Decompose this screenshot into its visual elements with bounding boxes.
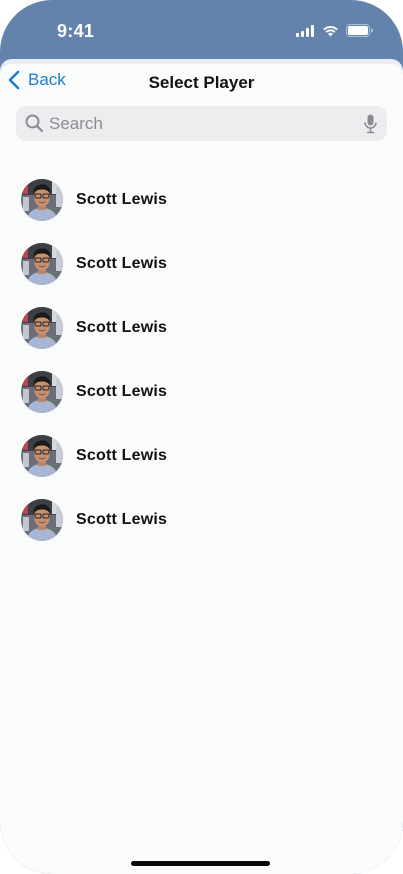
search-icon: [25, 114, 44, 138]
player-row[interactable]: Scott Lewis: [0, 296, 403, 360]
player-avatar: [21, 499, 63, 541]
player-list: Scott Lewis Scott Lewis Scott Lewis Scot…: [0, 168, 403, 552]
player-name: Scott Lewis: [76, 319, 168, 336]
page-title: Select Player: [148, 73, 255, 92]
status-icons: [296, 24, 373, 42]
status-time: 9:41: [57, 21, 95, 41]
player-row[interactable]: Scott Lewis: [0, 488, 403, 552]
player-row[interactable]: Scott Lewis: [0, 424, 403, 488]
cellular-signal-icon: [296, 24, 315, 42]
player-row[interactable]: Scott Lewis: [0, 168, 403, 232]
phone-screen: 9:41 Back Select Player Search Scott Lew…: [0, 0, 403, 874]
search-input[interactable]: [49, 106, 359, 141]
battery-icon: [346, 24, 373, 42]
player-avatar: [21, 307, 63, 349]
wifi-icon: [322, 24, 339, 42]
select-player-sheet: Back Select Player Search Scott Lewis Sc…: [0, 64, 403, 874]
player-avatar: [21, 435, 63, 477]
microphone-icon[interactable]: [364, 114, 377, 139]
search-bar[interactable]: [16, 106, 387, 141]
player-avatar: [21, 179, 63, 221]
player-row[interactable]: Scott Lewis: [0, 360, 403, 424]
player-name: Scott Lewis: [76, 383, 168, 400]
player-name: Scott Lewis: [76, 255, 168, 272]
navigation-bar: Back Select Player: [0, 64, 403, 100]
player-name: Scott Lewis: [76, 511, 168, 528]
player-name: Scott Lewis: [76, 447, 168, 464]
home-indicator[interactable]: [131, 861, 270, 866]
status-bar: 9:41: [0, 0, 403, 60]
player-avatar: [21, 243, 63, 285]
player-name: Scott Lewis: [76, 191, 168, 208]
player-avatar: [21, 371, 63, 413]
player-row[interactable]: Scott Lewis: [0, 232, 403, 296]
